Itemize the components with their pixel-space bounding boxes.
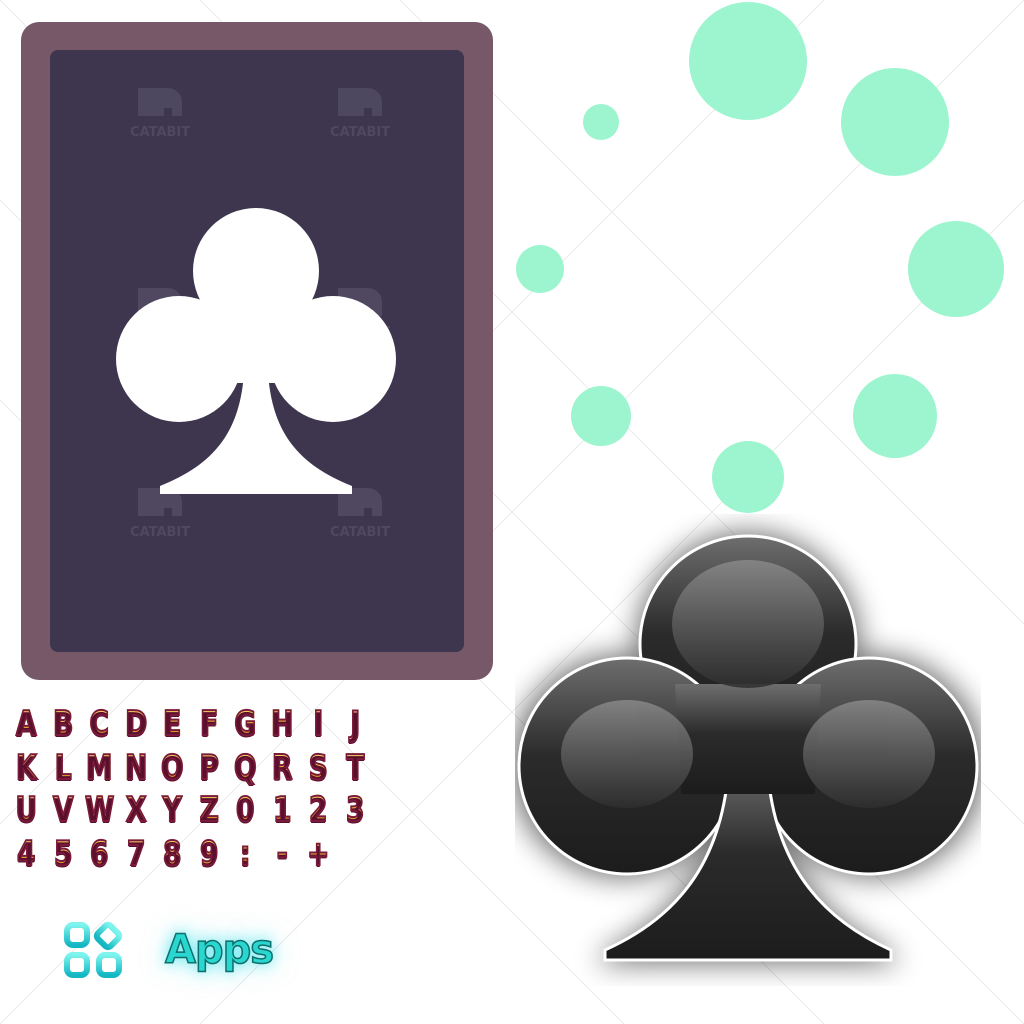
glyph: 1 <box>272 789 292 831</box>
glyph: C <box>89 703 110 745</box>
glyph: D <box>124 703 148 745</box>
glyph: 8 <box>162 833 182 875</box>
watermark-logo: CATABIT <box>130 88 190 140</box>
svg-text:CATABIT: CATABIT <box>330 525 390 540</box>
glyph: G <box>234 703 257 745</box>
club-button[interactable] <box>515 514 981 986</box>
glyph: U <box>15 789 38 831</box>
loader-dot <box>583 104 619 140</box>
glyph: Z <box>198 789 219 831</box>
glyph: 9 <box>199 833 219 875</box>
glyph: 3 <box>345 789 365 831</box>
glyph: S <box>308 747 329 789</box>
glyph: Q <box>233 747 257 789</box>
svg-text:CATABIT: CATABIT <box>130 125 190 140</box>
glyph: A <box>15 703 37 745</box>
glyph-row: K L M N O P Q R S T <box>8 747 373 789</box>
glyph: - <box>275 833 288 875</box>
club-icon <box>116 208 396 494</box>
glyph: N <box>124 747 148 789</box>
glyph: L <box>54 747 72 789</box>
glyph: J <box>349 703 360 745</box>
glyph: M <box>85 747 113 789</box>
loader-dot <box>908 221 1004 317</box>
glyph: B <box>52 703 74 745</box>
glyph: + <box>306 833 330 875</box>
glyph: : <box>239 833 251 875</box>
glyph: K <box>15 747 37 789</box>
glyph: 0 <box>235 789 255 831</box>
glyph: 6 <box>89 833 109 875</box>
glyph: E <box>162 703 182 745</box>
loader-dot <box>689 2 807 120</box>
glyph: F <box>199 703 219 745</box>
glyph: P <box>198 747 219 789</box>
glyph: H <box>270 703 294 745</box>
loader-dot <box>516 245 564 293</box>
glyph: W <box>84 789 115 831</box>
glyph: 5 <box>53 833 73 875</box>
glyph: O <box>160 747 184 789</box>
glyph-row: 4 5 6 7 8 9 : - + <box>8 833 337 875</box>
glyph: X <box>125 789 147 831</box>
glyph: I <box>313 703 324 745</box>
apps-grid-icon[interactable] <box>62 920 128 980</box>
glyph-row: U V W X Y Z 0 1 2 3 <box>8 789 373 831</box>
apps-label[interactable]: Apps <box>164 922 305 978</box>
card-back-face: CATABIT CATABIT CATABIT CATABIT CATABIT … <box>50 50 464 652</box>
watermark-logo: CATABIT <box>330 88 390 140</box>
glyph: T <box>345 747 365 789</box>
svg-text:CATABIT: CATABIT <box>330 125 390 140</box>
glyph: V <box>52 789 74 831</box>
loader-dot <box>712 441 784 513</box>
glyph-row: A B C D E F G H I J <box>8 703 373 745</box>
loader-dot <box>853 374 937 458</box>
glyph: R <box>271 747 293 789</box>
glyph: 7 <box>126 833 146 875</box>
glyph: 4 <box>16 833 36 875</box>
svg-text:CATABIT: CATABIT <box>130 525 190 540</box>
glyph: Y <box>162 789 183 831</box>
glyph: 2 <box>308 789 328 831</box>
loader-dot <box>571 386 631 446</box>
loader-dot <box>841 68 949 176</box>
